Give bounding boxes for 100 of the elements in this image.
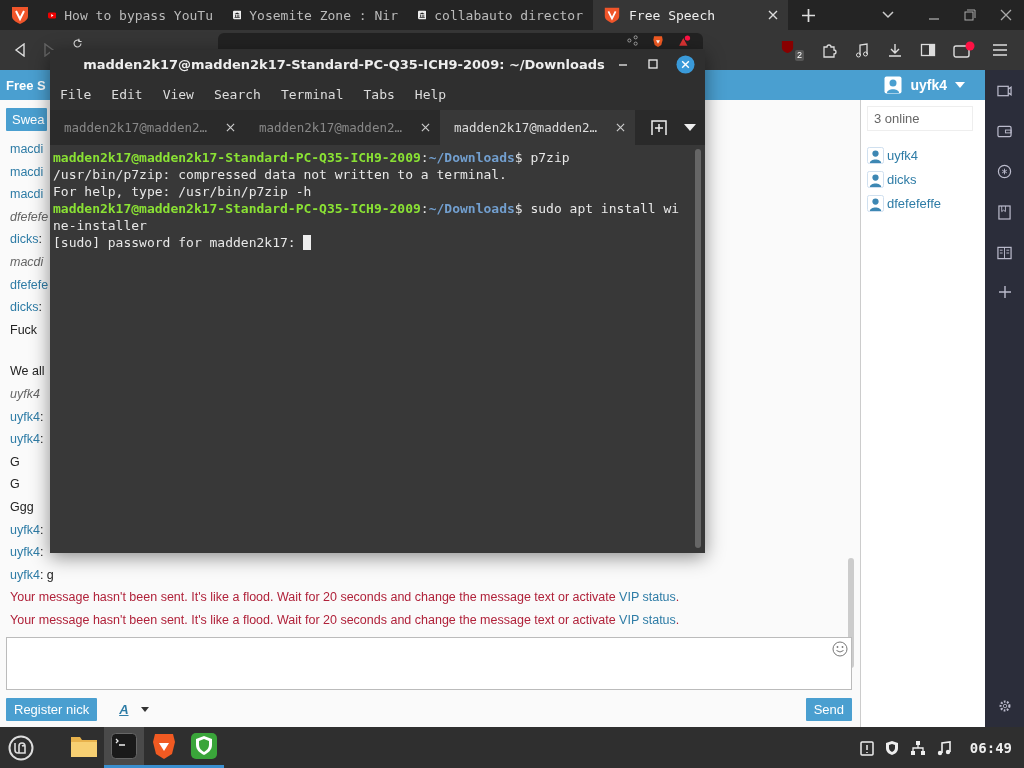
maximize-icon[interactable] — [648, 59, 658, 69]
vip-status-link[interactable]: VIP status — [619, 590, 676, 605]
wallet-icon[interactable] — [997, 124, 1012, 138]
system-message: macdi — [10, 254, 44, 269]
shield-icon[interactable] — [883, 739, 900, 756]
browser-tab[interactable]: collabauto director — [408, 0, 593, 30]
video-icon[interactable] — [997, 84, 1012, 98]
username-link[interactable]: macdi — [10, 164, 44, 179]
bookmark-icon[interactable] — [998, 205, 1011, 220]
music-icon[interactable] — [935, 739, 952, 756]
triangle-icon[interactable] — [678, 35, 691, 47]
font-style-button[interactable]: A — [113, 701, 135, 718]
message-text: G — [10, 477, 20, 492]
system-message: uyfk4 — [10, 386, 40, 401]
swear-button[interactable]: Swea — [6, 108, 47, 131]
username-link[interactable]: macdi — [10, 142, 44, 156]
vip-status-link[interactable]: VIP status — [619, 612, 676, 627]
close-icon[interactable] — [1000, 9, 1012, 21]
share-icon[interactable] — [627, 35, 638, 46]
user-link[interactable]: uyfk4 — [887, 147, 919, 163]
message-input[interactable] — [6, 637, 852, 690]
close-icon[interactable] — [616, 123, 625, 132]
username-link[interactable]: macdi — [10, 187, 44, 202]
browser-tab[interactable]: Free Speech — [593, 0, 788, 30]
close-icon[interactable] — [676, 54, 695, 74]
menu-item[interactable]: Help — [414, 86, 447, 102]
text-cursor — [303, 235, 312, 250]
close-icon[interactable] — [421, 123, 430, 132]
user-avatar-icon — [867, 146, 884, 164]
terminal-tab[interactable]: madden2k17@madden2… — [440, 110, 635, 145]
chat-icon[interactable] — [997, 164, 1012, 179]
username-link[interactable]: uyfk4 — [10, 567, 40, 582]
lion-icon[interactable] — [652, 35, 664, 47]
message-text: G — [10, 454, 20, 469]
online-count: 3 online — [867, 106, 973, 131]
mint-logo-icon[interactable] — [8, 734, 34, 761]
book-icon[interactable] — [997, 246, 1012, 260]
browser-tab[interactable]: How to bypass YouTu — [38, 0, 223, 30]
scrollbar[interactable] — [695, 149, 701, 548]
wallet-icon[interactable] — [953, 41, 975, 59]
send-button[interactable]: Send — [805, 698, 852, 721]
user-link[interactable]: dicks — [887, 171, 917, 187]
username-link[interactable]: uyfk4 — [10, 545, 40, 560]
message-text: : — [38, 300, 42, 315]
user-avatar-icon — [867, 170, 884, 188]
terminal-line: madden2k17@madden2k17-Standard-PC-Q35-ICH9-2009:~/Downloads$ sudo apt install wi — [53, 200, 681, 217]
message-text: : — [39, 409, 44, 424]
user-menu[interactable]: uyfk4 — [884, 76, 965, 94]
shield-logo-icon — [603, 6, 621, 24]
username-link[interactable]: dfefefe — [10, 277, 49, 292]
new-tab-icon[interactable] — [651, 119, 667, 136]
system-message: dfefefe — [10, 209, 49, 224]
clipboard-icon[interactable] — [859, 739, 874, 756]
lion-icon — [151, 732, 177, 760]
dropdown-icon[interactable] — [684, 124, 696, 131]
username-link[interactable]: uyfk4 — [10, 432, 40, 447]
menu-icon[interactable] — [992, 43, 1008, 57]
user-link[interactable]: dfefefeffe — [887, 195, 941, 211]
register-nick-button[interactable]: Register nick — [6, 698, 98, 721]
folder-icon — [70, 734, 98, 758]
window-title: madden2k17@madden2k17-Standard-PC-Q35-ICH9-2009: ~/Downloads — [82, 56, 606, 72]
message-text: Fuck — [10, 322, 38, 337]
menu-item[interactable]: Tabs — [363, 86, 395, 102]
menu-item[interactable]: Terminal — [280, 86, 344, 102]
music-icon[interactable] — [854, 42, 870, 58]
download-icon[interactable] — [887, 42, 903, 58]
username-link[interactable]: uyfk4 — [10, 522, 40, 537]
caret-icon — [955, 82, 965, 88]
menu-item[interactable]: Edit — [111, 86, 143, 102]
username-link[interactable]: uyfk4 — [10, 409, 40, 424]
menu-item[interactable]: Search — [213, 86, 261, 102]
message-text: : — [39, 522, 44, 537]
app-logo-icon[interactable] — [10, 5, 30, 25]
close-icon[interactable] — [226, 123, 235, 132]
message-text: : g — [39, 567, 54, 582]
puzzle-icon[interactable] — [821, 42, 837, 58]
back-icon[interactable] — [14, 43, 26, 57]
caret-icon[interactable] — [140, 707, 149, 712]
settings-icon[interactable] — [997, 699, 1012, 713]
menu-item[interactable]: View — [162, 86, 194, 102]
message-text: We all — [10, 364, 45, 379]
smiley-icon[interactable] — [832, 641, 848, 658]
restore-icon[interactable] — [964, 9, 976, 21]
user-avatar-icon — [867, 194, 884, 212]
chevron-down-icon[interactable] — [882, 11, 894, 19]
menu-item[interactable]: File — [60, 86, 92, 102]
terminal-tab[interactable]: madden2k17@madden2… — [245, 110, 440, 145]
terminal-tab[interactable]: madden2k17@madden2… — [50, 110, 245, 145]
terminal-line: madden2k17@madden2k17-Standard-PC-Q35-ICH9-2009:~/Downloads$ p7zip — [53, 149, 571, 166]
browser-tab[interactable]: Yosemite Zone : Nir — [223, 0, 408, 30]
plus-icon[interactable] — [998, 286, 1011, 298]
message-text: : — [39, 545, 44, 560]
site-title[interactable]: Free S — [6, 77, 46, 93]
user-avatar-icon — [884, 76, 903, 94]
error-message: Your message hasn't been sent. It's like a flood. Wait for 20 seconds and change the message text or activate VIP status. — [10, 590, 680, 605]
reload-icon[interactable] — [72, 38, 83, 49]
sidebar-icon[interactable] — [920, 42, 936, 58]
plus-icon[interactable] — [802, 8, 815, 22]
clock[interactable]: 06:49 — [969, 739, 1012, 756]
network-icon[interactable] — [909, 739, 926, 756]
